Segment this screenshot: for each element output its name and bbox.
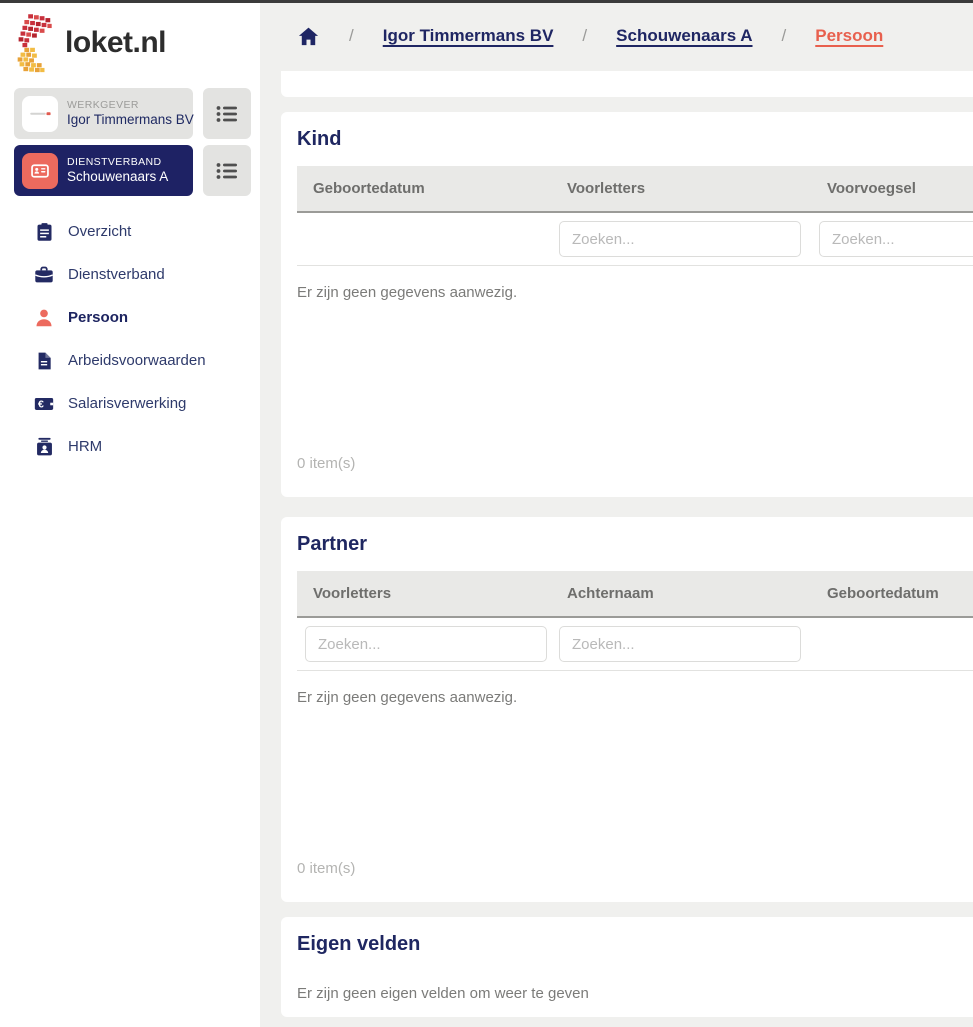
sidebar-item-salarisverwerking[interactable]: € Salarisverwerking [0,382,260,425]
partner-item-count: 0 item(s) [297,860,973,877]
eigen-velden-empty-message: Er zijn geen eigen velden om weer te gev… [297,985,973,1002]
partner-achternaam-search-input[interactable] [559,626,801,662]
column-header-achternaam: Achternaam [551,585,811,602]
partner-filter-row [297,618,973,671]
list-icon [215,159,239,183]
sidebar-item-overzicht[interactable]: Overzicht [0,210,260,253]
werkgever-label: WERKGEVER [67,99,193,112]
werkgever-name: Igor Timmermans BV [67,112,193,129]
kind-table-header: Geboortedatum Voorletters Voorvoegsel [297,166,973,213]
kind-empty-message: Er zijn geen gegevens aanwezig. [297,284,973,301]
scrolled-card-edge [281,71,973,97]
dienstverband-id-card-icon [22,153,58,189]
euro-banknote-icon: € [33,393,55,415]
briefcase-icon [33,264,55,286]
breadcrumb-link-werkgever[interactable]: Igor Timmermans BV [383,26,554,46]
sidebar-item-label: Persoon [68,309,128,326]
section-title-kind: Kind [297,126,973,152]
column-header-voorletters: Voorletters [297,585,551,602]
section-title-eigen-velden: Eigen velden [297,931,973,957]
brand-logo[interactable]: loket.nl [10,13,166,73]
person-icon [33,307,55,329]
brand-name: loket.nl [65,26,166,60]
svg-text:€: € [38,398,44,410]
sidebar-item-dienstverband[interactable]: Dienstverband [0,253,260,296]
sidebar-item-label: HRM [68,438,102,455]
column-header-geboortedatum: Geboortedatum [297,180,551,197]
document-icon [33,350,55,372]
clipboard-icon [33,221,55,243]
breadcrumb-home-link[interactable] [297,25,320,48]
partner-section-card: Partner Voorletters Achternaam Geboorted… [281,517,973,902]
kind-item-count: 0 item(s) [297,455,973,472]
sidebar-item-label: Arbeidsvoorwaarden [68,352,206,369]
breadcrumb-link-persoon[interactable]: Persoon [815,26,883,46]
kind-voorvoegsel-search-input[interactable] [819,221,973,257]
list-icon [215,102,239,126]
home-icon [297,25,320,48]
partner-empty-message: Er zijn geen gegevens aanwezig. [297,689,973,706]
kind-filter-row [297,213,973,266]
sidebar-item-persoon[interactable]: Persoon [0,296,260,339]
sidebar-item-label: Overzicht [68,223,131,240]
breadcrumb-separator: / [782,26,787,46]
kind-voorletters-search-input[interactable] [559,221,801,257]
sidebar-item-hrm[interactable]: HRM [0,425,260,468]
partner-table-header: Voorletters Achternaam Geboortedatum [297,571,973,618]
top-accent-bar [0,0,973,3]
section-title-partner: Partner [297,531,973,557]
breadcrumb-link-dienstverband[interactable]: Schouwenaars A [616,26,752,46]
column-header-voorvoegsel: Voorvoegsel [811,180,973,197]
werkgever-icon [22,96,58,132]
id-badge-icon [33,436,55,458]
sidebar-menu: Overzicht Dienstverband Persoon [0,210,260,468]
werkgever-context-card[interactable]: WERKGEVER Igor Timmermans BV [14,88,193,139]
dienstverband-context-card[interactable]: DIENSTVERBAND Schouwenaars A [14,145,193,196]
breadcrumb-separator: / [349,26,354,46]
werkgever-menu-button[interactable] [203,88,251,139]
sidebar-item-label: Salarisverwerking [68,395,186,412]
dienstverband-name: Schouwenaars A [67,169,168,186]
partner-voorletters-search-input[interactable] [305,626,547,662]
loket-logo-icon [10,13,56,73]
dienstverband-menu-button[interactable] [203,145,251,196]
column-header-geboortedatum: Geboortedatum [811,585,973,602]
column-header-voorletters: Voorletters [551,180,811,197]
sidebar-item-arbeidsvoorwaarden[interactable]: Arbeidsvoorwaarden [0,339,260,382]
kind-section-card: Kind Geboortedatum Voorletters Voorvoegs… [281,112,973,497]
breadcrumb: / Igor Timmermans BV / Schouwenaars A / … [260,3,973,69]
dienstverband-label: DIENSTVERBAND [67,156,168,169]
main-content: / Igor Timmermans BV / Schouwenaars A / … [260,3,973,1027]
eigen-velden-section-card: Eigen velden Er zijn geen eigen velden o… [281,917,973,1017]
sidebar: loket.nl WERKGEVER Igor Timmermans BV [0,3,260,1027]
breadcrumb-separator: / [582,26,587,46]
sidebar-item-label: Dienstverband [68,266,165,283]
